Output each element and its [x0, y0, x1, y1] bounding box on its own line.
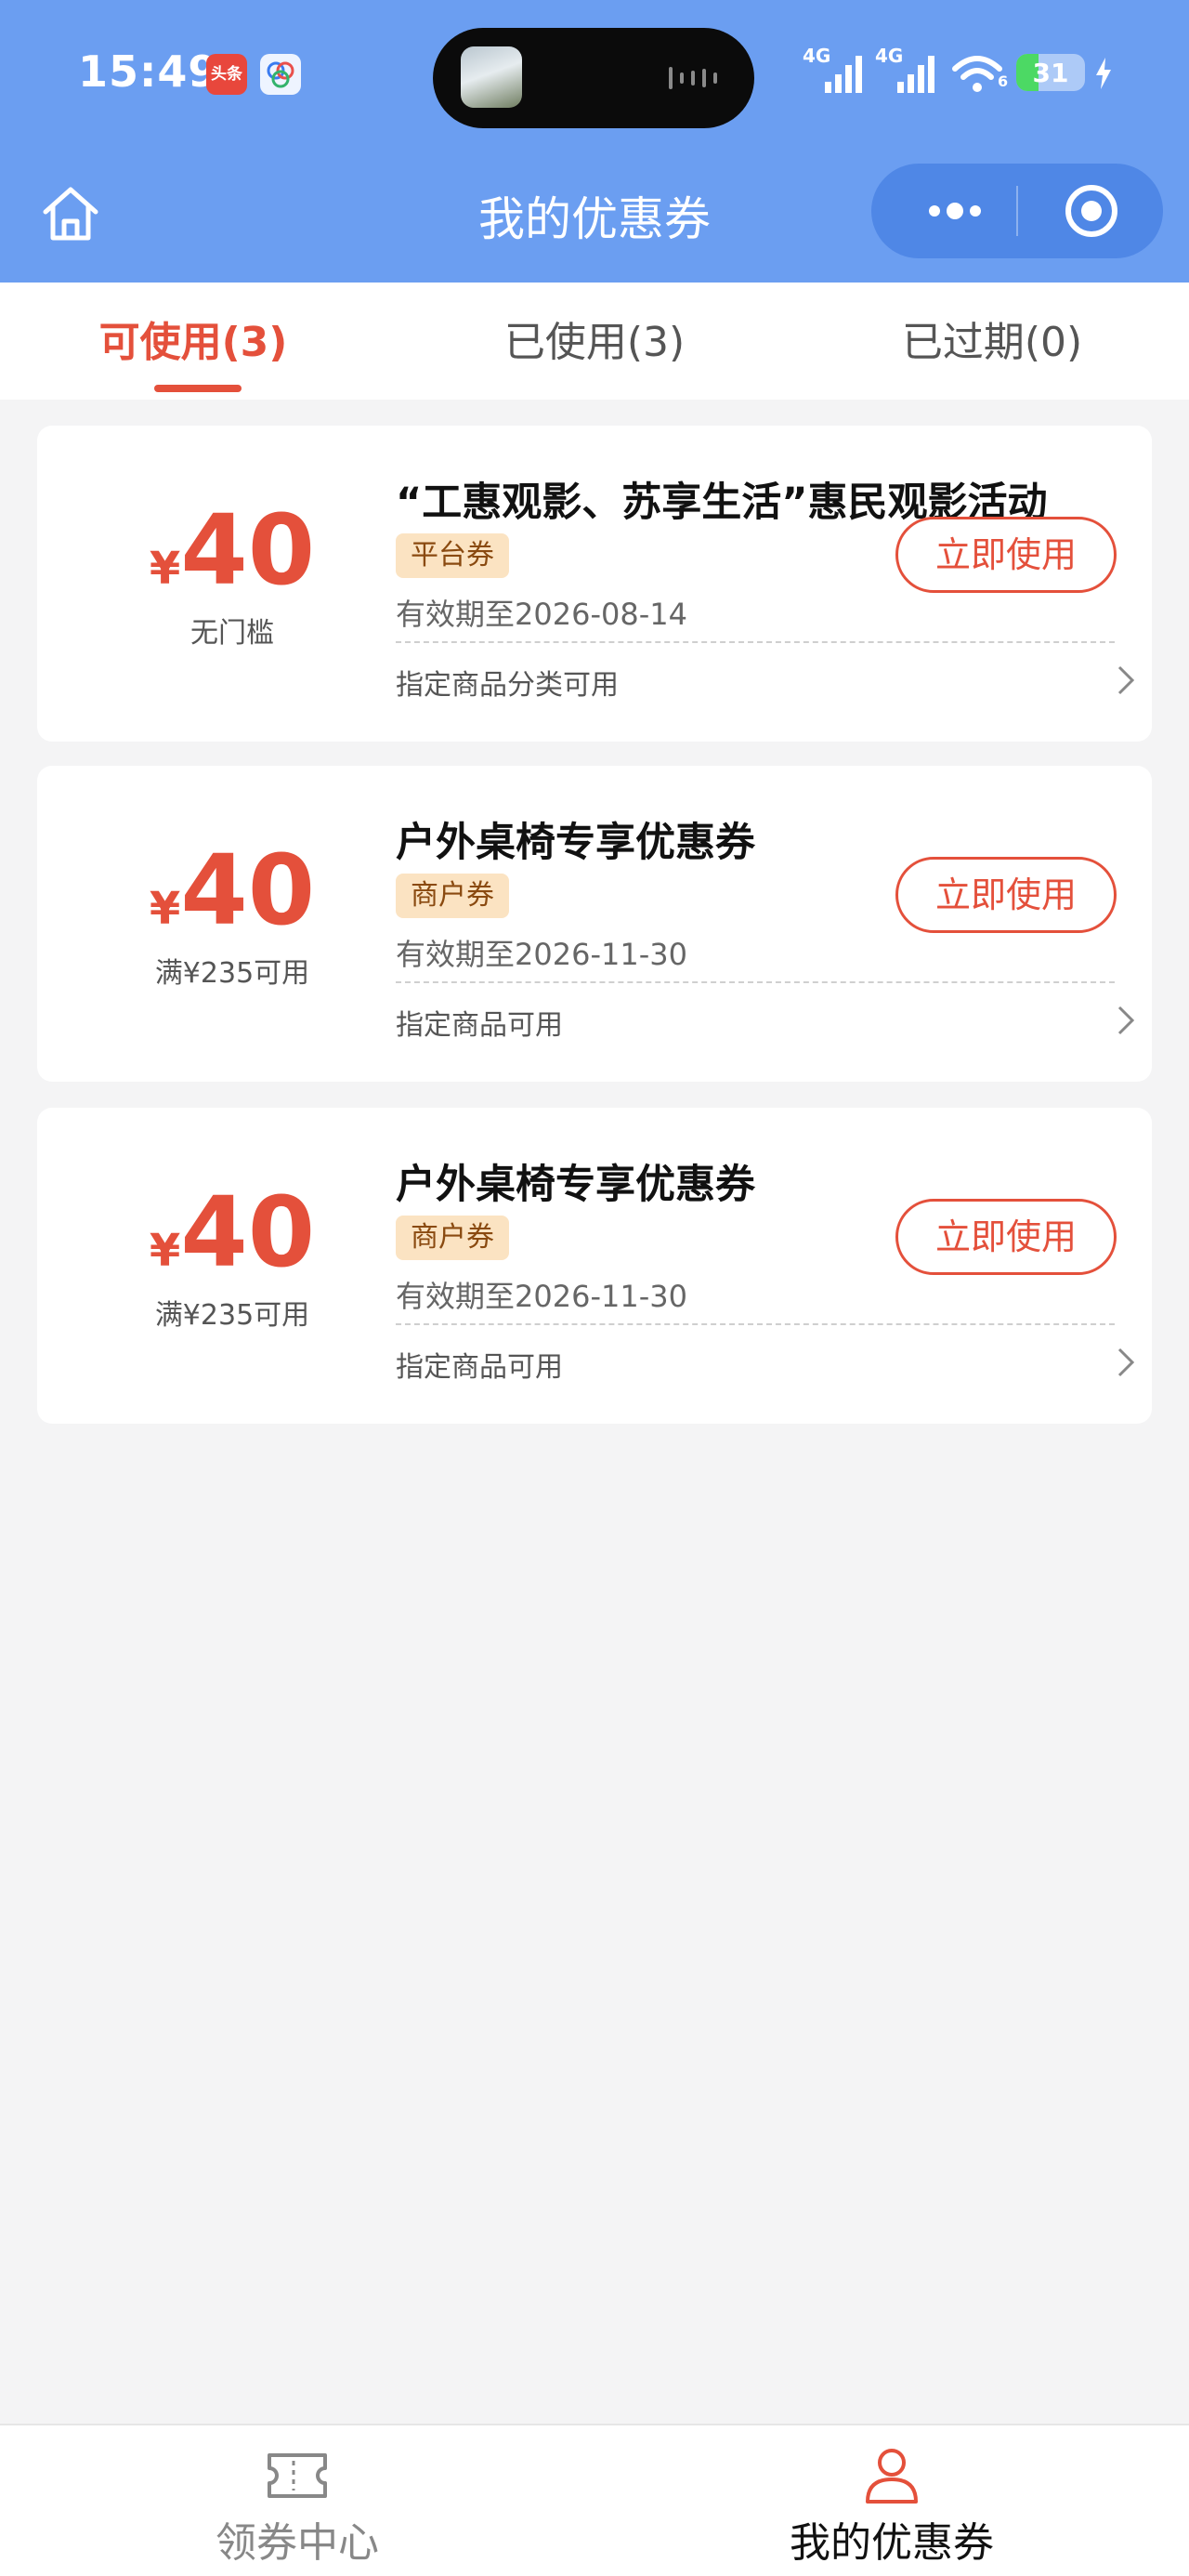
more-button[interactable] [908, 182, 1001, 240]
chevron-right-icon[interactable] [1115, 1002, 1137, 1039]
dashed-divider [396, 1323, 1115, 1325]
use-now-button[interactable]: 立即使用 [895, 1199, 1117, 1275]
coupon-card: ¥40 满¥235可用 户外桌椅专享优惠券 商户券 立即使用 有效期至2026-… [37, 766, 1152, 1082]
wifi-badge: 6 [998, 72, 1009, 90]
media-thumbnail [461, 46, 522, 108]
wifi-icon [952, 56, 1002, 92]
target-close-icon [1065, 185, 1117, 237]
coupon-type-tag: 商户券 [396, 1216, 509, 1260]
tab-available[interactable]: 可使用(3) [54, 309, 333, 392]
close-miniprogram-button[interactable] [1063, 182, 1120, 240]
amount-value: 40 [180, 493, 316, 607]
chevron-right-icon[interactable] [1115, 1344, 1137, 1381]
coupon-threshold: 满¥235可用 [154, 1299, 310, 1332]
signal-icon [825, 56, 862, 93]
dashed-divider [396, 981, 1115, 983]
coupon-amount: ¥40 [121, 842, 344, 939]
amount-value: 40 [180, 1176, 316, 1289]
battery-level: 31 [1032, 58, 1069, 88]
coupon-threshold: 满¥235可用 [154, 957, 310, 990]
dynamic-island [433, 28, 754, 128]
coupon-card: ¥40 满¥235可用 户外桌椅专享优惠券 商户券 立即使用 有效期至2026-… [37, 1108, 1152, 1424]
coupon-scope[interactable]: 指定商品分类可用 [396, 662, 619, 703]
tab-my-coupons[interactable]: 我的优惠券 [594, 2425, 1189, 2576]
coupon-expiry: 有效期至2026-08-14 [396, 597, 687, 632]
tab-label: 可使用(3) [98, 319, 288, 366]
amount-value: 40 [180, 834, 316, 947]
currency-symbol: ¥ [149, 1225, 181, 1277]
coupon-expiry: 有效期至2026-11-30 [396, 937, 687, 972]
tab-label: 我的优惠券 [790, 2519, 994, 2567]
audio-wave-icon [669, 67, 717, 89]
coupon-status-tabs: 可使用(3) 已使用(3) 已过期(0) [0, 283, 1189, 400]
tab-expired[interactable]: 已过期(0) [853, 309, 1131, 392]
more-dots-icon [929, 203, 981, 219]
coupon-amount: ¥40 [121, 1184, 344, 1281]
coupon-expiry: 有效期至2026-11-30 [396, 1279, 687, 1314]
tab-used[interactable]: 已使用(3) [455, 309, 734, 392]
currency-symbol: ¥ [149, 543, 181, 595]
toutiao-app-icon: 头条 [206, 54, 247, 95]
miniprogram-capsule [871, 164, 1163, 258]
charging-icon [1096, 58, 1111, 89]
bottom-tab-bar: 领券中心 我的优惠券 [0, 2424, 1189, 2576]
active-tab-indicator [154, 385, 242, 392]
status-time: 15:49 [78, 46, 219, 97]
coupon-scope[interactable]: 指定商品可用 [396, 1002, 563, 1043]
coupon-amount: ¥40 [121, 502, 344, 598]
app-notification-icon [260, 54, 301, 95]
tab-coupon-center[interactable]: 领券中心 [0, 2425, 594, 2576]
currency-symbol: ¥ [149, 883, 181, 935]
coupon-type-tag: 平台券 [396, 533, 509, 578]
coupon-type-tag: 商户券 [396, 874, 509, 918]
tab-label: 已使用(3) [503, 319, 686, 366]
use-now-button[interactable]: 立即使用 [895, 517, 1117, 593]
use-now-button[interactable]: 立即使用 [895, 857, 1117, 933]
dashed-divider [396, 641, 1115, 643]
capsule-divider [1016, 186, 1018, 236]
user-icon [866, 2449, 918, 2504]
status-indicators: 4G 4G 6 31 [803, 45, 1146, 97]
coupon-threshold: 无门槛 [190, 617, 274, 650]
signal-icon [897, 56, 934, 93]
ticket-icon [268, 2453, 327, 2498]
header-area: 15:49 头条 4G 4G 6 31 我的优惠券 [0, 0, 1189, 283]
coupon-card: ¥40 无门槛 “工惠观影、苏享生活”惠民观影活动 平台券 立即使用 有效期至2… [37, 426, 1152, 742]
coupon-scope[interactable]: 指定商品可用 [396, 1344, 563, 1385]
chevron-right-icon[interactable] [1115, 662, 1137, 699]
tab-label: 领券中心 [216, 2519, 379, 2567]
battery-icon: 31 [1016, 54, 1085, 91]
tab-label: 已过期(0) [901, 319, 1083, 366]
